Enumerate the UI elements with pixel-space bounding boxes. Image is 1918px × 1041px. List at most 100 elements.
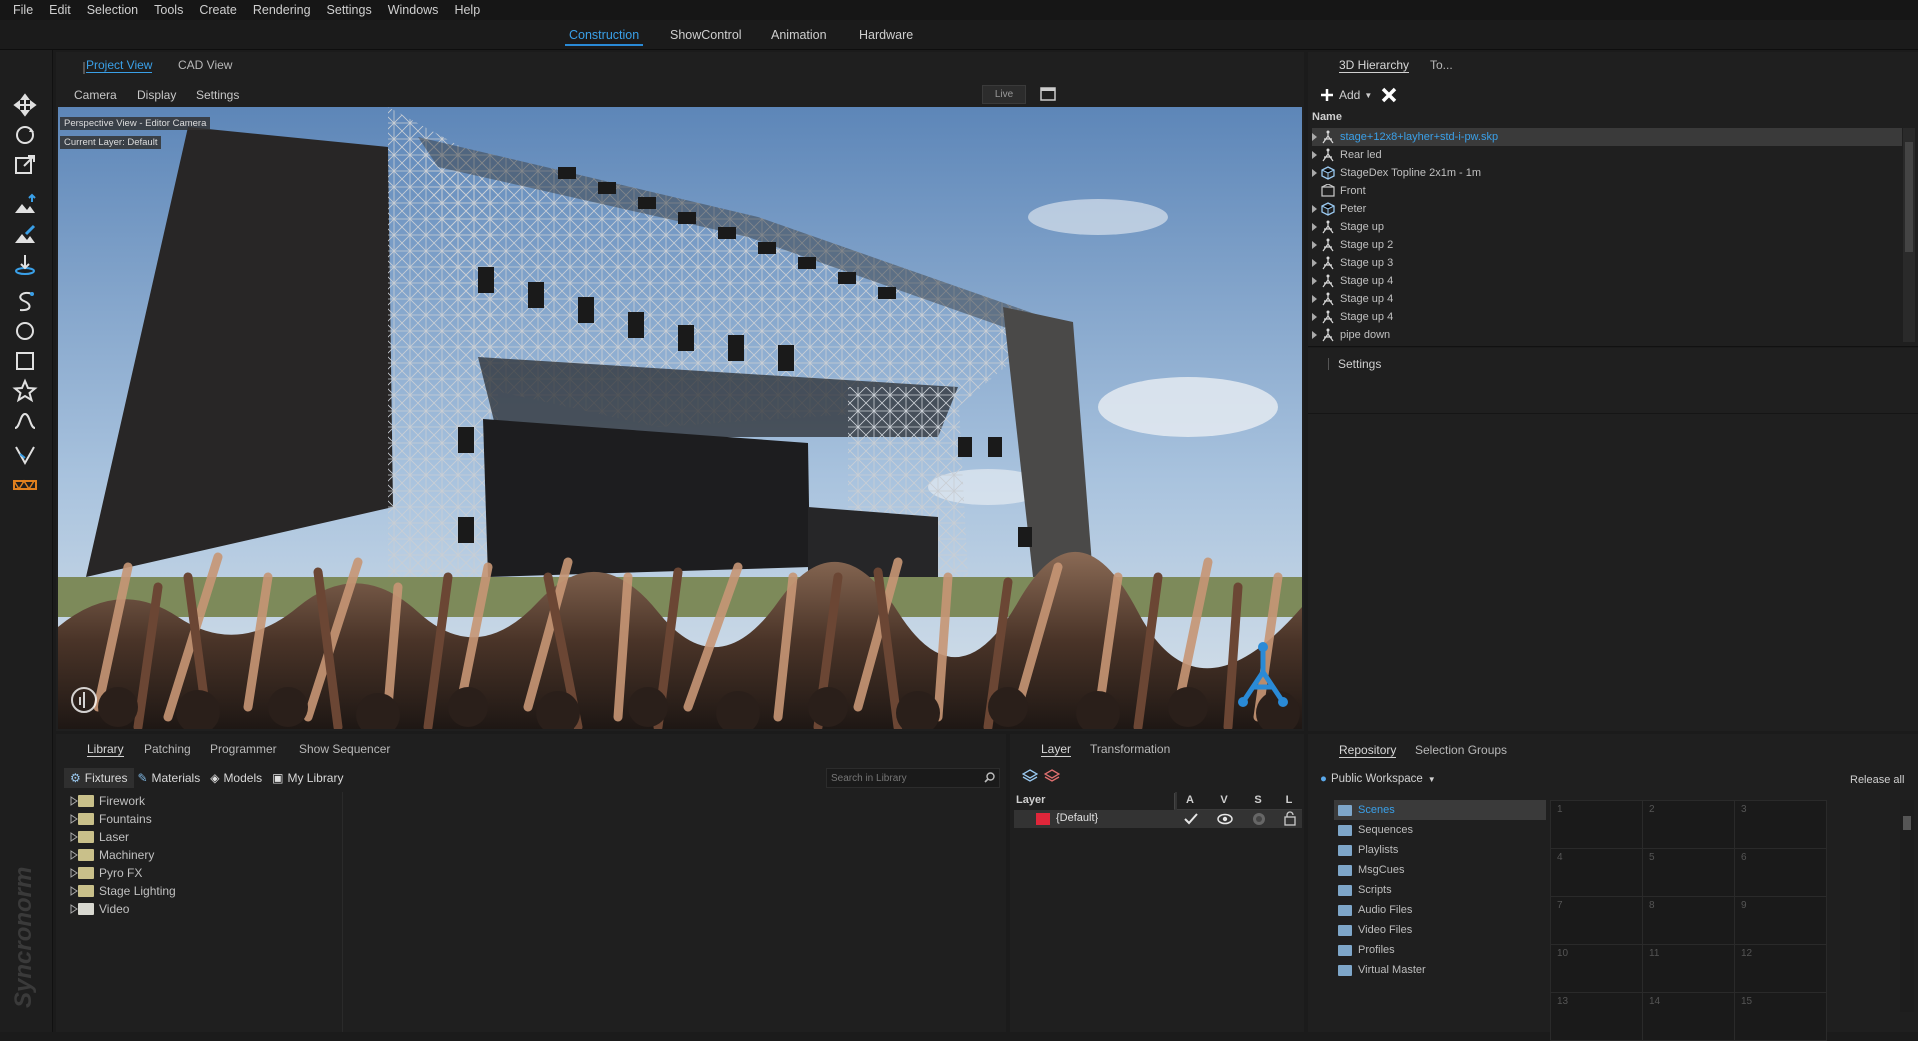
tab-3d-hierarchy[interactable]: 3D Hierarchy xyxy=(1339,58,1410,73)
repository-slot[interactable]: 15 xyxy=(1734,992,1827,1041)
lock-icon[interactable] xyxy=(1284,811,1296,826)
tab-patching[interactable]: Patching xyxy=(144,742,191,756)
delete-icon[interactable] xyxy=(1380,86,1398,104)
tab-project-view[interactable]: Project View xyxy=(86,58,153,73)
menu-file[interactable]: File xyxy=(13,3,33,17)
expand-arrow-icon[interactable] xyxy=(64,850,78,860)
tab-cad-view[interactable]: CAD View xyxy=(178,58,232,72)
subtab-display[interactable]: Display xyxy=(137,88,176,102)
menu-windows[interactable]: Windows xyxy=(388,3,439,17)
repository-slot[interactable]: 6 xyxy=(1734,848,1827,897)
menu-create[interactable]: Create xyxy=(199,3,237,17)
hierarchy-item[interactable]: Stage up 4 xyxy=(1312,290,1393,308)
place-tool-icon[interactable] xyxy=(12,252,38,278)
layers-icon[interactable] xyxy=(1022,768,1038,784)
expand-arrow-icon[interactable] xyxy=(1312,295,1317,303)
repository-slot[interactable]: 11 xyxy=(1642,944,1735,993)
tab-layer[interactable]: Layer xyxy=(1041,742,1072,757)
hierarchy-item[interactable]: Stage up 2 xyxy=(1312,236,1393,254)
curve-tool-icon[interactable] xyxy=(12,408,38,434)
repository-slot[interactable]: 2 xyxy=(1642,800,1735,849)
star-tool-icon[interactable] xyxy=(12,378,38,404)
tab-repository[interactable]: Repository xyxy=(1339,743,1397,758)
repository-slot[interactable]: 1 xyxy=(1550,800,1643,849)
check-icon[interactable] xyxy=(1184,813,1198,825)
library-folder-item[interactable]: Laser xyxy=(64,828,129,846)
filter-fixtures[interactable]: Fixtures xyxy=(85,771,128,785)
workspace-dropdown-icon[interactable]: ▼ xyxy=(1428,775,1436,784)
menu-settings[interactable]: Settings xyxy=(327,3,372,17)
subtab-camera[interactable]: Camera xyxy=(74,88,117,102)
hierarchy-scroll-thumb[interactable] xyxy=(1905,142,1913,252)
filter-my-library[interactable]: My Library xyxy=(287,771,343,785)
hierarchy-item[interactable]: StageDex Topline 2x1m - 1m xyxy=(1312,164,1481,182)
layers-remove-icon[interactable] xyxy=(1044,768,1060,784)
repository-scroll-thumb[interactable] xyxy=(1903,816,1911,830)
repository-slot[interactable]: 4 xyxy=(1550,848,1643,897)
workspace-selector[interactable]: ● Public Workspace ▼ xyxy=(1320,773,1436,785)
expand-arrow-icon[interactable] xyxy=(64,904,78,914)
expand-arrow-icon[interactable] xyxy=(1312,169,1317,177)
layer-color-swatch[interactable] xyxy=(1036,813,1050,825)
repository-slot[interactable]: 7 xyxy=(1550,896,1643,945)
repository-item[interactable]: Scripts xyxy=(1334,880,1546,900)
expand-arrow-icon[interactable] xyxy=(1312,223,1317,231)
library-search[interactable] xyxy=(826,768,1000,788)
library-folder-item[interactable]: Video xyxy=(64,900,129,918)
hierarchy-item[interactable]: Peter xyxy=(1312,200,1366,218)
circle-tool-icon[interactable] xyxy=(12,318,38,344)
mode-tab-hardware[interactable]: Hardware xyxy=(859,28,913,42)
library-folder-item[interactable]: Stage Lighting xyxy=(64,882,176,900)
tab-show-sequencer[interactable]: Show Sequencer xyxy=(299,742,390,756)
tab-transformation[interactable]: Transformation xyxy=(1090,742,1170,756)
repository-slot[interactable]: 10 xyxy=(1550,944,1643,993)
tab-selection-groups[interactable]: Selection Groups xyxy=(1415,743,1507,757)
expand-arrow-icon[interactable] xyxy=(64,886,78,896)
hierarchy-item[interactable]: Stage up 3 xyxy=(1312,254,1393,272)
filter-materials[interactable]: Materials xyxy=(152,771,201,785)
repository-item[interactable]: Playlists xyxy=(1334,840,1546,860)
expand-arrow-icon[interactable] xyxy=(1312,313,1317,321)
expand-arrow-icon[interactable] xyxy=(1312,277,1317,285)
release-all-button[interactable]: Release all xyxy=(1850,774,1904,786)
library-folder-item[interactable]: Pyro FX xyxy=(64,864,142,882)
tab-programmer[interactable]: Programmer xyxy=(210,742,277,756)
filter-models[interactable]: Models xyxy=(223,771,262,785)
expand-arrow-icon[interactable] xyxy=(1312,241,1317,249)
solo-icon[interactable] xyxy=(1252,812,1266,826)
terrain-tool-icon[interactable] xyxy=(12,192,38,218)
library-folder-item[interactable]: Firework xyxy=(64,792,145,810)
move-tool-icon[interactable] xyxy=(12,92,38,118)
edge-tool-icon[interactable] xyxy=(12,442,38,468)
repository-slot[interactable]: 8 xyxy=(1642,896,1735,945)
hierarchy-item[interactable]: Stage up 4 xyxy=(1312,308,1393,326)
eye-icon[interactable] xyxy=(1217,813,1233,825)
menu-help[interactable]: Help xyxy=(454,3,480,17)
expand-arrow-icon[interactable] xyxy=(64,814,78,824)
menu-rendering[interactable]: Rendering xyxy=(253,3,311,17)
repository-slot[interactable]: 9 xyxy=(1734,896,1827,945)
repository-item[interactable]: Video Files xyxy=(1334,920,1546,940)
repository-slot[interactable]: 5 xyxy=(1642,848,1735,897)
hierarchy-item[interactable]: stage+12x8+layher+std-i-pw.skp xyxy=(1312,128,1498,146)
add-icon[interactable] xyxy=(1320,88,1334,102)
layer-name[interactable]: {Default} xyxy=(1056,812,1098,824)
hierarchy-item[interactable]: Rear led xyxy=(1312,146,1382,164)
search-icon[interactable] xyxy=(984,772,995,783)
layer-row-default[interactable]: {Default} xyxy=(1014,810,1302,828)
expand-arrow-icon[interactable] xyxy=(1312,331,1317,339)
expand-arrow-icon[interactable] xyxy=(1312,133,1317,141)
repository-slot[interactable]: 14 xyxy=(1642,992,1735,1041)
spline-tool-icon[interactable] xyxy=(12,288,38,314)
mode-tab-animation[interactable]: Animation xyxy=(771,28,827,42)
library-folder-item[interactable]: Machinery xyxy=(64,846,154,864)
rotate-tool-icon[interactable] xyxy=(12,122,38,148)
mode-tab-showcontrol[interactable]: ShowControl xyxy=(670,28,742,42)
add-button[interactable]: Add xyxy=(1339,88,1360,102)
repository-slot[interactable]: 12 xyxy=(1734,944,1827,993)
3d-viewport[interactable]: Perspective View - Editor Camera Current… xyxy=(58,107,1302,729)
repository-item[interactable]: Audio Files xyxy=(1334,900,1546,920)
hierarchy-scrollbar[interactable] xyxy=(1903,128,1915,342)
live-button[interactable]: Live xyxy=(982,85,1026,104)
expand-arrow-icon[interactable] xyxy=(1312,259,1317,267)
